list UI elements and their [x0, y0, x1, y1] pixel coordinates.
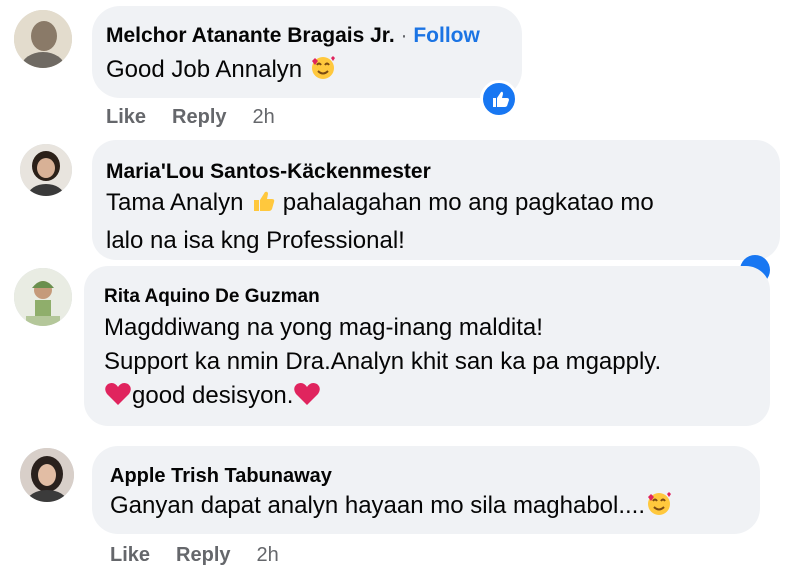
author-name[interactable]: Rita Aquino De Guzman	[104, 286, 320, 307]
comment-bubble: Melchor Atanante Bragais Jr. · Follow Go…	[92, 6, 522, 98]
smiling-hearts-emoji-icon	[645, 489, 673, 527]
comment-author[interactable]: Apple Trish Tabunaway	[110, 465, 332, 488]
avatar[interactable]	[20, 448, 74, 502]
comment-line-2: Support ka nmin Dra.Analyn khit san ka p…	[104, 348, 662, 376]
reply-button[interactable]: Reply	[172, 106, 226, 128]
comment-bubble: Rita Aquino De Guzman Magddiwang na yong…	[84, 266, 770, 426]
red-heart-emoji-icon	[104, 381, 132, 417]
comment-line: Good Job Annalyn	[106, 56, 303, 83]
avatar[interactable]	[14, 268, 72, 326]
comment-author[interactable]: Melchor Atanante Bragais Jr. · Follow	[106, 24, 480, 48]
thumbs-up-icon[interactable]	[480, 80, 518, 118]
comment-text: Good Job Annalyn	[106, 53, 337, 91]
comment-author[interactable]: Rita Aquino De Guzman	[104, 286, 320, 308]
comment-line-3: good desisyon.	[104, 379, 661, 417]
avatar[interactable]	[20, 144, 72, 196]
red-heart-emoji-icon	[293, 381, 321, 417]
comment-author[interactable]: Maria'Lou Santos-Käckenmester	[106, 160, 431, 184]
like-button[interactable]: Like	[106, 106, 146, 128]
comment-line: Ganyan dapat analyn hayaan mo sila magha…	[110, 492, 646, 519]
comment-line-1: Tama Analyn pahalagahan mo ang pagkatao …	[106, 186, 654, 224]
comment-text: Magddiwang na yong mag-inang maldita! Su…	[104, 311, 661, 417]
smiling-hearts-emoji-icon	[309, 53, 337, 91]
comment-bubble: Maria'Lou Santos-Käckenmester Tama Analy…	[92, 140, 780, 260]
comment-line-2: lalo na isa kng Professional!	[106, 227, 405, 255]
avatar[interactable]	[14, 10, 72, 68]
author-name[interactable]: Maria'Lou Santos-Käckenmester	[106, 160, 431, 183]
comment-text: Ganyan dapat analyn hayaan mo sila magha…	[110, 489, 673, 527]
comment-text: Tama Analyn pahalagahan mo ang pagkatao …	[106, 186, 654, 258]
author-name[interactable]: Melchor Atanante Bragais Jr.	[106, 24, 395, 47]
separator: ·	[394, 24, 414, 47]
reply-button[interactable]: Reply	[176, 544, 230, 566]
comment-actions: Like Reply 2h	[110, 544, 279, 567]
author-name[interactable]: Apple Trish Tabunaway	[110, 465, 332, 487]
timestamp[interactable]: 2h	[257, 544, 279, 566]
comment-line-1: Magddiwang na yong mag-inang maldita!	[104, 314, 543, 341]
comment-bubble: Apple Trish Tabunaway Ganyan dapat analy…	[92, 446, 760, 534]
comment-actions: Like Reply 2h	[106, 106, 275, 129]
follow-link[interactable]: Follow	[413, 24, 480, 47]
thumbs-up-emoji-icon	[250, 188, 276, 224]
timestamp[interactable]: 2h	[253, 106, 275, 128]
like-button[interactable]: Like	[110, 544, 150, 566]
